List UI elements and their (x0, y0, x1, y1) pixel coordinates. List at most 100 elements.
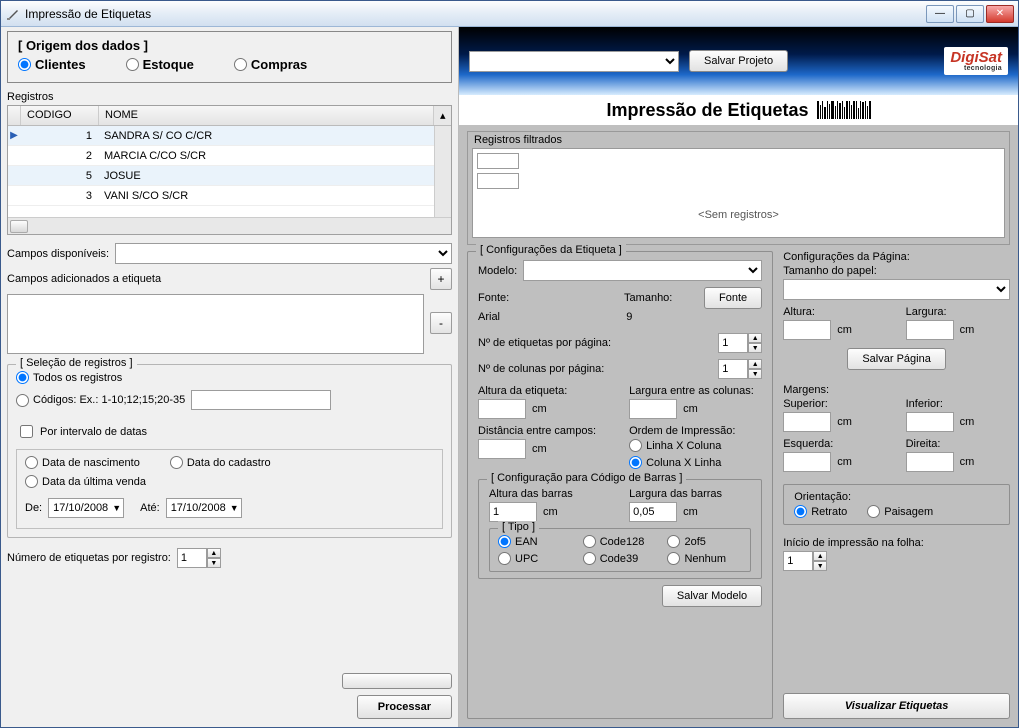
larg-col-input[interactable] (629, 399, 677, 419)
radio-ean[interactable]: EAN (498, 535, 573, 548)
largura-input[interactable] (906, 320, 954, 340)
radio-paisagem[interactable]: Paisagem (867, 505, 933, 518)
fonte-value: Arial (478, 311, 616, 323)
minimize-button[interactable]: — (926, 5, 954, 23)
radio-data-nascimento[interactable]: Data de nascimento (25, 456, 140, 469)
radio-clientes[interactable]: Clientes (18, 57, 86, 72)
table-row[interactable]: ▶ 1 SANDRA S/ CO C/CR (8, 126, 451, 146)
radio-estoque[interactable]: Estoque (126, 57, 194, 72)
top-toolbar: Salvar Projeto DigiSattecnologia (459, 27, 1018, 95)
close-button[interactable]: ✕ (986, 5, 1014, 23)
rf-input-2[interactable] (477, 173, 519, 189)
table-row[interactable]: 5 JOSUE (8, 166, 451, 186)
cfg-etiqueta-group: [ Configurações da Etiqueta ] Modelo: Fo… (467, 251, 773, 719)
modelo-select[interactable] (523, 260, 762, 281)
table-row[interactable]: 2 MARCIA C/CO S/CR (8, 146, 451, 166)
barras-alt-input[interactable] (489, 502, 537, 522)
fonte-label: Fonte: (478, 292, 509, 304)
barras-tipo-group: [ Tipo ] EAN Code128 2of5 UPC Code39 Nen… (489, 528, 751, 572)
radio-nenhum[interactable]: Nenhum (667, 552, 742, 565)
maximize-button[interactable]: ▢ (956, 5, 984, 23)
dist-campos-input[interactable] (478, 439, 526, 459)
grid-vscroll[interactable] (434, 126, 451, 217)
radio-upc[interactable]: UPC (498, 552, 573, 565)
projeto-select[interactable] (469, 51, 679, 72)
scroll-up-icon[interactable]: ▴ (434, 106, 451, 125)
add-campo-button[interactable]: + (430, 268, 452, 290)
tam-papel-label: Tamanho do papel: (783, 265, 1010, 277)
n-etq-spin[interactable]: ▲▼ (718, 333, 762, 353)
n-col-spin[interactable]: ▲▼ (718, 359, 762, 379)
de-label: De: (25, 502, 42, 514)
radio-code128[interactable]: Code128 (583, 535, 658, 548)
dir-label: Direita: (906, 438, 1010, 450)
salvar-modelo-button[interactable]: Salvar Modelo (662, 585, 762, 607)
col-nome[interactable]: NOME (99, 106, 434, 125)
rf-empty: <Sem registros> (473, 193, 1004, 237)
ate-label: Até: (140, 502, 160, 514)
radio-coluna-linha[interactable]: Coluna X Linha (629, 456, 762, 469)
col-codigo[interactable]: CODIGO (21, 106, 99, 125)
alt-etq-label: Altura da etiqueta: (478, 385, 611, 397)
radio-data-cadastro[interactable]: Data do cadastro (170, 456, 271, 469)
altura-input[interactable] (783, 320, 831, 340)
cfg-etiqueta-title: [ Configurações da Etiqueta ] (476, 244, 626, 256)
campos-adicionados-list[interactable] (7, 294, 424, 354)
chevron-down-icon: ▼ (230, 503, 239, 513)
window-buttons: — ▢ ✕ (926, 5, 1014, 23)
radio-data-ultima-venda[interactable]: Data da última venda (25, 475, 434, 488)
largura-label: Largura: (906, 306, 1010, 318)
campos-disponiveis-select[interactable] (115, 243, 452, 264)
radio-retrato[interactable]: Retrato (794, 505, 847, 518)
spin-up-icon: ▲ (207, 548, 221, 558)
de-date[interactable]: 17/10/2008▼ (48, 498, 124, 518)
origem-box: [ Origem dos dados ] Clientes Estoque Co… (7, 31, 452, 83)
codigos-input[interactable] (191, 390, 331, 410)
fonte-button[interactable]: Fonte (704, 287, 762, 309)
processar-button[interactable]: Processar (357, 695, 452, 719)
remove-campo-button[interactable]: - (430, 312, 452, 334)
barras-title: [ Configuração para Código de Barras ] (487, 472, 686, 484)
radio-todos[interactable]: Todos os registros (16, 371, 443, 384)
table-row[interactable]: 3 VANI S/CO S/CR (8, 186, 451, 206)
n-etq-label: Nº de etiquetas por página: (478, 337, 611, 349)
inicio-section: Início de impressão na folha: ▲▼ (783, 537, 1010, 571)
radio-2of5[interactable]: 2of5 (667, 535, 742, 548)
radio-linha-coluna[interactable]: Linha X Coluna (629, 439, 762, 452)
window-title: Impressão de Etiquetas (25, 7, 926, 21)
page-heading: Impressão de Etiquetas (459, 95, 1018, 125)
radio-compras[interactable]: Compras (234, 57, 307, 72)
titlebar: Impressão de Etiquetas — ▢ ✕ (1, 1, 1018, 27)
inf-input[interactable] (906, 412, 954, 432)
salvar-pagina-button[interactable]: Salvar Página (847, 348, 946, 370)
rf-input-1[interactable] (477, 153, 519, 169)
inicio-spin[interactable]: ▲▼ (783, 551, 1010, 571)
dir-input[interactable] (906, 452, 954, 472)
barras-larg-input[interactable] (629, 502, 677, 522)
sup-input[interactable] (783, 412, 831, 432)
row-marker-icon: ▶ (8, 130, 20, 141)
margens-label: Margens: (783, 384, 1010, 396)
inf-label: Inferior: (906, 398, 1010, 410)
alt-etq-input[interactable] (478, 399, 526, 419)
esq-label: Esquerda: (783, 438, 887, 450)
registros-grid[interactable]: CODIGO NOME ▴ ▶ 1 SANDRA S/ CO C/CR 2 (7, 105, 452, 235)
radio-code39[interactable]: Code39 (583, 552, 658, 565)
check-intervalo-datas[interactable]: Por intervalo de datas (16, 422, 443, 441)
registros-label: Registros (7, 91, 452, 103)
blank-button[interactable] (342, 673, 452, 689)
ate-date[interactable]: 17/10/2008▼ (166, 498, 242, 518)
tamanho-value: 9 (626, 311, 696, 323)
radio-codigos[interactable]: Códigos: Ex.: 1-10;12;15;20-35 (16, 394, 185, 407)
esq-input[interactable] (783, 452, 831, 472)
left-panel: [ Origem dos dados ] Clientes Estoque Co… (1, 27, 459, 727)
visualizar-button[interactable]: Visualizar Etiquetas (783, 693, 1010, 719)
intervalo-subgroup: Data de nascimento Data do cadastro Data… (16, 449, 443, 529)
barras-group: [ Configuração para Código de Barras ] A… (478, 479, 762, 579)
altura-label: Altura: (783, 306, 887, 318)
num-etiquetas-spin[interactable]: ▲▼ (177, 548, 221, 568)
tam-papel-select[interactable] (783, 279, 1010, 300)
salvar-projeto-button[interactable]: Salvar Projeto (689, 50, 788, 72)
registros-section: Registros CODIGO NOME ▴ ▶ 1 SANDRA S/ CO… (7, 87, 452, 235)
grid-hscroll[interactable] (8, 217, 451, 234)
